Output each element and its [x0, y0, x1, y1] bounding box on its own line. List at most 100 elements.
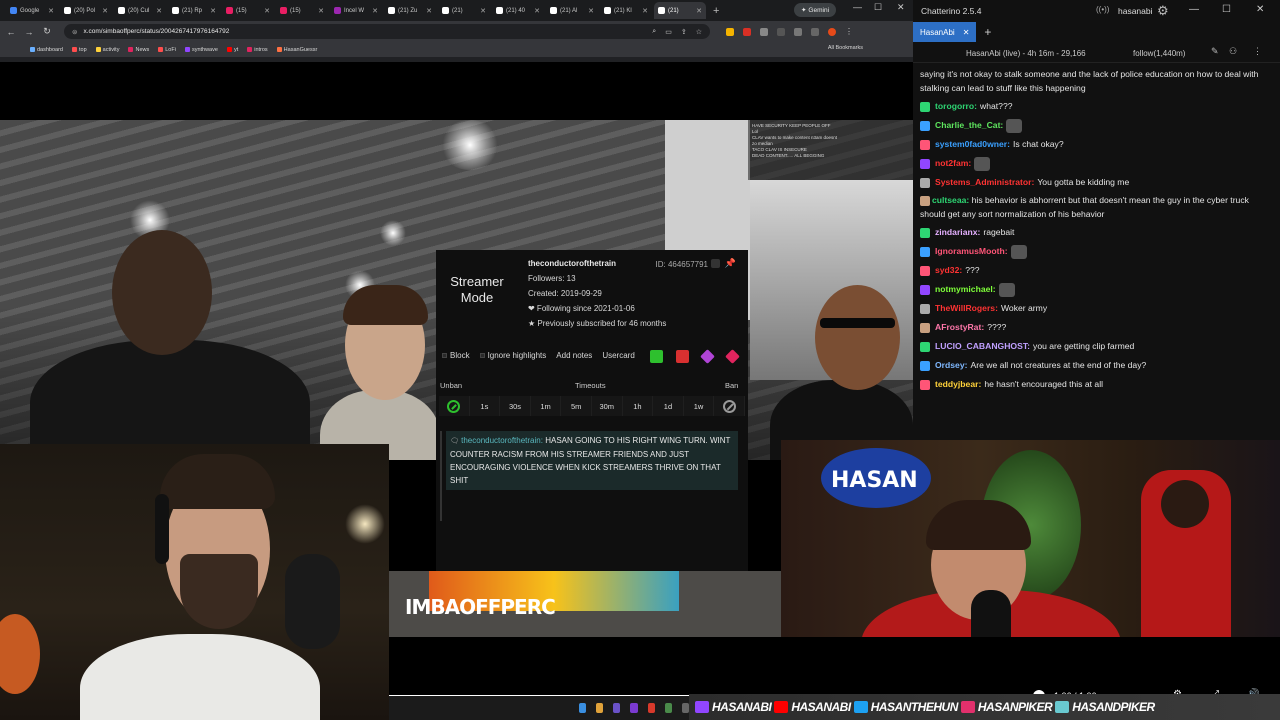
close-icon[interactable]: ✕ [897, 2, 905, 13]
close-icon[interactable]: ✕ [156, 7, 162, 15]
bookmark-item[interactable]: LoFi [158, 47, 176, 53]
site-info-icon[interactable]: ⊜ [72, 28, 77, 36]
tab-hasanabi[interactable]: HasanAbi ✕ [913, 22, 977, 42]
close-icon[interactable]: ✕ [372, 7, 378, 15]
bookmark-item[interactable]: top [72, 47, 87, 53]
users-icon[interactable]: ⚇ [1229, 46, 1237, 57]
extension-icon[interactable] [777, 27, 785, 36]
timeout-1d-button[interactable]: 1d [653, 396, 684, 416]
chat-username[interactable]: Charlie_the_Cat: [935, 119, 1003, 133]
browser-tab[interactable]: (20) Pol ✕ [60, 2, 112, 19]
close-icon[interactable]: ✕ [264, 7, 270, 15]
ban-sword-icon[interactable] [676, 350, 689, 363]
star-icon[interactable]: ☆ [696, 28, 702, 36]
share-icon[interactable]: ⇪ [681, 28, 687, 36]
browser-tab[interactable]: Google ✕ [6, 2, 58, 19]
close-icon[interactable]: ✕ [1256, 4, 1264, 15]
pin-icon[interactable]: 📌 [725, 258, 736, 269]
close-icon[interactable]: ✕ [480, 7, 486, 15]
close-icon[interactable]: ✕ [102, 7, 108, 15]
close-icon[interactable]: ✕ [210, 7, 216, 15]
timeout-5m-button[interactable]: 5m [561, 396, 592, 416]
app-icon[interactable] [613, 703, 621, 713]
chat-username[interactable]: Systems_Administrator: [935, 176, 1034, 190]
chat-username[interactable]: not2fam: [935, 157, 971, 171]
browser-tab[interactable]: (15) ✕ [276, 2, 328, 19]
browser-tab[interactable]: (21) 40 ✕ [492, 2, 544, 19]
bookmark-item[interactable]: activity [95, 47, 119, 53]
add-tab-icon[interactable]: + [984, 25, 991, 39]
chat-username[interactable]: zindarianx: [935, 226, 980, 240]
chat-username[interactable]: system0fad0wner: [935, 138, 1010, 152]
timeout-1m-button[interactable]: 1m [530, 396, 562, 416]
chat-username[interactable]: TheWillRogers: [935, 302, 998, 316]
app-icon[interactable] [630, 703, 638, 713]
app-icon[interactable] [647, 703, 655, 713]
all-bookmarks-button[interactable]: All Bookmarks [828, 45, 863, 51]
timeout-1s-button[interactable]: 1s [469, 396, 501, 416]
timeout-30s-button[interactable]: 30s [500, 396, 531, 416]
block-checkbox[interactable]: Block [442, 351, 470, 360]
close-icon[interactable]: ✕ [48, 7, 54, 15]
chat-username[interactable]: teddyjbear: [935, 378, 981, 392]
bookmark-item[interactable]: dashboard [30, 47, 63, 53]
bookmark-item[interactable]: HasanGuessr [276, 47, 317, 53]
timeout-1h-button[interactable]: 1h [622, 396, 654, 416]
menu-icon[interactable]: ⋮ [845, 27, 853, 36]
browser-tab[interactable]: (15) ✕ [222, 2, 274, 19]
file-explorer-icon[interactable] [596, 703, 604, 713]
browser-tab[interactable]: (21) Rp ✕ [168, 2, 220, 19]
extension-icon[interactable] [726, 27, 734, 36]
extension-icon[interactable] [743, 27, 751, 36]
close-icon[interactable]: ✕ [963, 28, 970, 37]
scrollbar[interactable] [440, 431, 442, 521]
add-notes-button[interactable]: Add notes [556, 351, 592, 360]
close-icon[interactable]: ✕ [588, 7, 594, 15]
account-name[interactable]: hasanabi [1118, 6, 1153, 16]
close-icon[interactable]: ✕ [696, 7, 702, 15]
vip-icon[interactable] [700, 349, 715, 364]
back-icon[interactable]: ← [6, 27, 16, 37]
close-icon[interactable]: ✕ [318, 7, 324, 15]
follow-mode[interactable]: follow(1,440m) [1133, 49, 1185, 58]
menu-icon[interactable]: ⋮ [1253, 46, 1262, 57]
extension-icon[interactable] [794, 27, 802, 36]
app-icon[interactable] [681, 703, 689, 713]
maximize-icon[interactable]: ☐ [1222, 4, 1231, 15]
browser-tab[interactable]: (20) Cul ✕ [114, 2, 166, 19]
chat-username[interactable]: AFrostyRat: [935, 321, 984, 335]
gear-icon[interactable]: ⚙ [1157, 3, 1169, 19]
extension-icon[interactable] [811, 27, 819, 36]
browser-tab[interactable]: (21) Al ✕ [546, 2, 598, 19]
edit-icon[interactable]: ✎ [1211, 46, 1219, 57]
heart-icon[interactable] [725, 349, 740, 364]
browser-tab[interactable]: Incel W ✕ [330, 2, 382, 19]
search-icon[interactable]: ⌕ [652, 28, 656, 36]
chat-username[interactable]: cultseaa: [932, 195, 969, 205]
close-icon[interactable]: ✕ [534, 7, 540, 15]
browser-tab[interactable]: (21) Kl ✕ [600, 2, 652, 19]
chat-username[interactable]: Ordsey: [935, 359, 967, 373]
timeout-1w-button[interactable]: 1w [683, 396, 715, 416]
timeout-30m-button[interactable]: 30m [591, 396, 623, 416]
new-tab-icon[interactable]: + [708, 5, 724, 17]
minimize-icon[interactable]: — [1189, 4, 1199, 15]
unban-button[interactable] [439, 396, 470, 416]
profile-avatar[interactable] [828, 27, 836, 36]
bookmark-item[interactable]: synthwave [184, 47, 218, 53]
bookmark-item[interactable]: News [128, 47, 149, 53]
close-icon[interactable]: ✕ [642, 7, 648, 15]
mod-icon[interactable] [650, 350, 663, 363]
maximize-icon[interactable]: ☐ [874, 2, 882, 13]
ignore-highlights-checkbox[interactable]: Ignore highlights [479, 351, 546, 360]
forward-icon[interactable]: → [24, 27, 34, 37]
reload-icon[interactable]: ↻ [42, 26, 52, 37]
bookmark-item[interactable]: yt [226, 47, 238, 53]
chat-username[interactable]: torogorro: [935, 100, 977, 114]
close-icon[interactable]: ✕ [426, 7, 432, 15]
cast-icon[interactable]: ▭ [665, 28, 672, 36]
usercard-button[interactable]: Usercard [602, 351, 634, 360]
browser-tab[interactable]: (21) ✕ [438, 2, 490, 19]
chat-username[interactable]: IgnoramusMooth: [935, 245, 1008, 259]
browser-tab[interactable]: (21) ✕ [654, 2, 706, 19]
